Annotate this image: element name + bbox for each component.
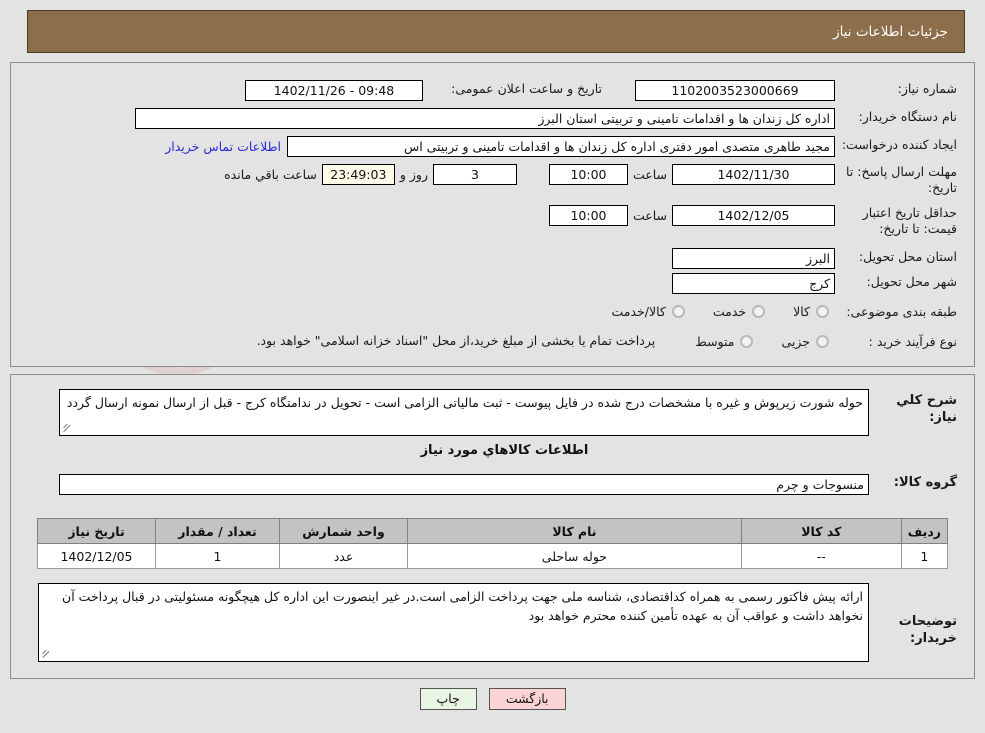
col-header-name: نام کالا (407, 518, 742, 544)
row-summary: شرح کلي نياز: حوله شورت زیرپوش و غیره با… (59, 389, 957, 436)
need-number-value: 1102003523000669 (635, 80, 835, 101)
buyer-org-value: اداره کل زندان ها و اقدامات تامینی و ترب… (135, 108, 835, 129)
row-province: استان محل تحویل: البرز (672, 248, 957, 269)
row-category: طبقه بندی موضوعی: کالا خدمت کالا/خدمت (611, 303, 957, 320)
goods-section-title: اطلاعات کالاهاي مورد نياز (420, 443, 589, 458)
province-label: استان محل تحویل: (858, 249, 957, 264)
process-option-medium-label: متوسط (695, 333, 735, 349)
col-header-code: کد کالا (740, 518, 902, 544)
public-announce-label: تاریخ و ساعت اعلان عمومی: (451, 81, 602, 96)
radio-icon[interactable] (816, 305, 829, 318)
row-buyer-org: نام دستگاه خریدار: اداره کل زندان ها و ا… (135, 108, 957, 129)
page-root: AriaTender.net جزئیات اطلاعات نیاز شماره… (0, 0, 985, 733)
radio-icon[interactable] (671, 305, 685, 318)
category-label: طبقه بندی موضوعی: (846, 304, 957, 319)
back-button[interactable]: بازگشت (488, 688, 566, 710)
row-process-type: نوع فرآیند خرید : جزیی متوسط پرداخت تمام… (257, 331, 957, 351)
cell-date: 1402/12/05 (37, 543, 156, 569)
category-option-both[interactable]: کالا/خدمت (611, 304, 685, 319)
category-option-goods[interactable]: کالا (793, 304, 829, 319)
countdown-days: 3 (432, 164, 517, 185)
goods-group-label: گروه کالا: (893, 475, 957, 490)
buyer-org-label: نام دستگاه خریدار: (858, 109, 957, 124)
category-option-goods-label: کالا (793, 304, 810, 319)
summary-text: حوله شورت زیرپوش و غیره با مشخصات درج شد… (66, 395, 863, 410)
province-value: البرز (672, 248, 835, 269)
city-value: کرج (672, 273, 835, 294)
need-number-label: شماره نیاز: (897, 81, 957, 96)
cell-unit: عدد (279, 543, 408, 569)
table-row: 1 -- حوله ساحلی عدد 1 1402/12/05 (37, 543, 949, 569)
price-validity-hour-label: ساعت (632, 208, 667, 223)
cell-code: -- (740, 543, 902, 569)
goods-table: ردیف کد کالا نام کالا واحد شمارش تعداد /… (37, 518, 949, 569)
col-header-row-no: ردیف (900, 518, 949, 544)
response-deadline-time: 10:00 (548, 164, 628, 185)
row-buyer-notes: توضیحات خریدار: ارائه پیش فاکتور رسمی به… (38, 583, 957, 662)
page-header: جزئیات اطلاعات نیاز (27, 10, 965, 53)
col-header-quantity: تعداد / مقدار (155, 518, 280, 544)
countdown-hours-label: ساعت باقي مانده (224, 167, 317, 182)
row-city: شهر محل تحویل: کرج (672, 273, 957, 294)
row-price-validity: حداقل تاریخ اعتبار قیمت: تا تاریخ: 1402/… (548, 205, 957, 237)
category-option-service-label: خدمت (712, 304, 747, 319)
summary-textarea[interactable]: حوله شورت زیرپوش و غیره با مشخصات درج شد… (59, 389, 869, 436)
price-validity-label: حداقل تاریخ اعتبار قیمت: تا تاریخ: (862, 205, 957, 236)
requester-value: مجید طاهری متصدی امور دفتری اداره کل زند… (287, 136, 835, 157)
response-deadline-date: 1402/11/30 (672, 164, 835, 185)
col-header-unit: واحد شمارش (279, 518, 408, 544)
response-deadline-label: مهلت ارسال پاسخ: تا تاریخ: (846, 164, 957, 195)
goods-table-wrapper: ردیف کد کالا نام کالا واحد شمارش تعداد /… (37, 518, 949, 569)
buyer-notes-textarea[interactable]: ارائه پیش فاکتور رسمی به همراه کداقتصادی… (38, 583, 869, 662)
goods-group-value: منسوجات و چرم (59, 474, 869, 495)
payment-note: پرداخت تمام یا بخشی از مبلغ خرید،از محل … (256, 333, 656, 348)
process-option-minor[interactable]: جزیی (781, 334, 829, 349)
requester-label: ایجاد کننده درخواست: (841, 137, 957, 152)
cell-quantity: 1 (155, 543, 280, 569)
process-option-minor-label: جزیی (781, 333, 810, 349)
buyer-contact-link[interactable]: اطلاعات تماس خریدار (165, 136, 281, 157)
cell-row-no: 1 (900, 543, 949, 569)
price-validity-date: 1402/12/05 (672, 205, 835, 226)
col-header-date: تاریخ نیاز (37, 518, 156, 544)
process-option-medium[interactable]: متوسط (695, 333, 754, 349)
countdown-hours: 23:49:03 (321, 164, 395, 185)
row-need-number: شماره نیاز: 1102003523000669 (635, 80, 957, 101)
public-announce-value: 09:48 - 1402/11/26 (245, 80, 423, 101)
table-header-row: ردیف کد کالا نام کالا واحد شمارش تعداد /… (37, 518, 949, 544)
summary-label: شرح کلي نياز: (896, 393, 957, 425)
row-requester: ایجاد کننده درخواست: مجید طاهری متصدی ام… (165, 136, 957, 157)
process-label: نوع فرآیند خرید : (868, 333, 957, 349)
action-buttons: بازگشت چاپ (0, 688, 985, 710)
resize-grip-icon[interactable] (62, 422, 74, 434)
price-validity-time: 10:00 (548, 205, 628, 226)
radio-icon[interactable] (740, 334, 754, 348)
resize-grip-icon[interactable] (41, 648, 53, 660)
city-label: شهر محل تحویل: (866, 274, 957, 289)
page-title: جزئیات اطلاعات نیاز (833, 23, 948, 40)
buyer-notes-label: توضیحات خریدار: (898, 614, 957, 646)
row-public-announce: تاریخ و ساعت اعلان عمومی: 09:48 - 1402/1… (245, 80, 602, 101)
cell-name: حوله ساحلی (407, 543, 742, 569)
print-button[interactable]: چاپ (419, 688, 477, 710)
radio-icon[interactable] (816, 334, 829, 348)
row-goods-group: گروه کالا: منسوجات و چرم (59, 474, 957, 495)
buyer-notes-text: ارائه پیش فاکتور رسمی به همراه کداقتصادی… (62, 589, 863, 623)
category-option-both-label: کالا/خدمت (611, 304, 666, 319)
category-option-service[interactable]: خدمت (712, 304, 766, 319)
countdown-days-label: روز و (399, 167, 428, 182)
radio-icon[interactable] (752, 305, 766, 318)
row-response-deadline: مهلت ارسال پاسخ: تا تاریخ: 1402/11/30 سا… (219, 164, 957, 196)
response-hour-label: ساعت (632, 167, 667, 182)
